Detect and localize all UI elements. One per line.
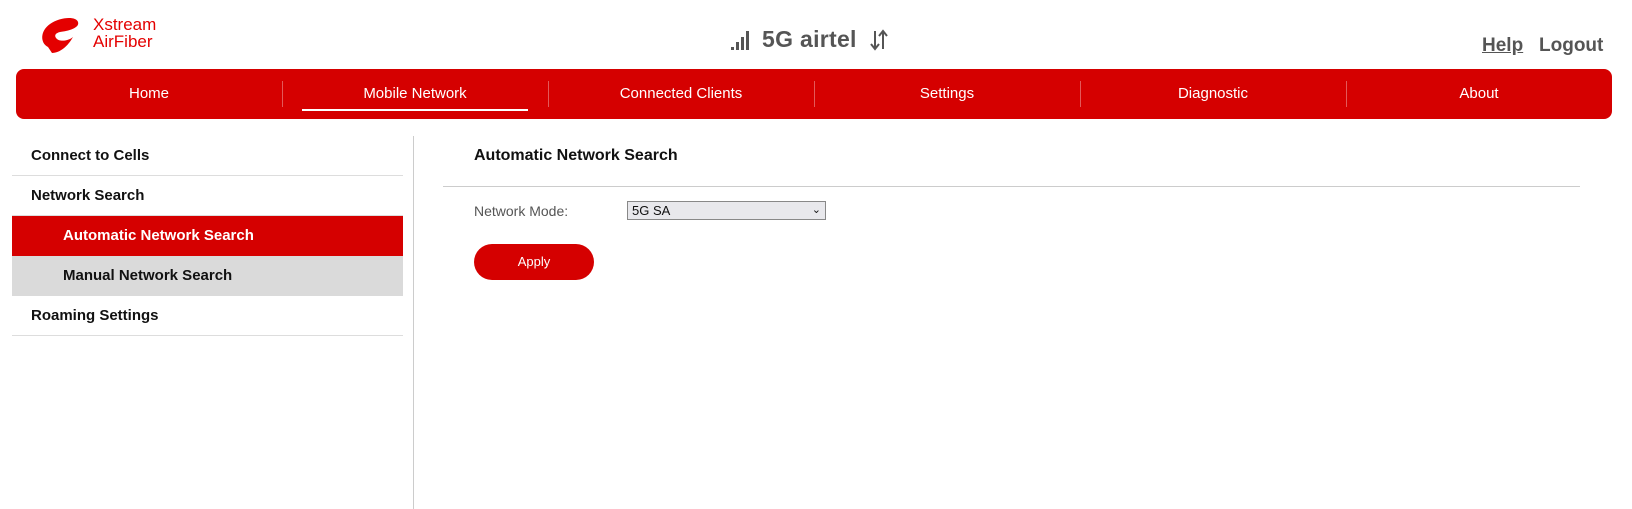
sidebar-item-network-search[interactable]: Network Search <box>12 176 403 216</box>
nav-home[interactable]: Home <box>16 69 282 119</box>
chevron-down-icon: ⌄ <box>811 204 821 216</box>
network-mode-select[interactable]: 5G SA ⌄ <box>627 201 826 220</box>
header: Xstream AirFiber 5G airtel Help Logout <box>0 0 1632 68</box>
vertical-divider <box>413 136 414 509</box>
nav-diagnostic[interactable]: Diagnostic <box>1080 69 1346 119</box>
network-status: 5G airtel <box>730 26 889 53</box>
help-link[interactable]: Help <box>1482 35 1523 57</box>
title-divider <box>443 186 1580 187</box>
signal-bars-icon <box>731 30 749 50</box>
apply-button[interactable]: Apply <box>474 244 594 280</box>
sidebar: Connect to Cells Network Search Automati… <box>12 136 403 336</box>
carrier-name: 5G airtel <box>762 26 857 52</box>
brand-text: Xstream AirFiber <box>93 16 156 50</box>
nav-connected-clients[interactable]: Connected Clients <box>548 69 814 119</box>
network-mode-label: Network Mode: <box>474 203 569 219</box>
network-mode-value: 5G SA <box>632 203 671 218</box>
brand-line2: AirFiber <box>93 32 153 51</box>
page-title: Automatic Network Search <box>474 147 678 164</box>
sidebar-item-roaming-settings[interactable]: Roaming Settings <box>12 296 403 336</box>
nav-about[interactable]: About <box>1346 69 1612 119</box>
up-down-arrows-icon <box>869 28 888 51</box>
main-nav: Home Mobile Network Connected Clients Se… <box>16 69 1612 119</box>
logout-button[interactable]: Logout <box>1539 35 1603 57</box>
sidebar-item-manual-network-search[interactable]: Manual Network Search <box>12 256 403 296</box>
airtel-logo[interactable]: Xstream AirFiber <box>38 13 178 59</box>
nav-mobile-network[interactable]: Mobile Network <box>282 69 548 119</box>
sidebar-item-automatic-network-search[interactable]: Automatic Network Search <box>12 216 403 256</box>
sidebar-item-connect-to-cells[interactable]: Connect to Cells <box>12 136 403 176</box>
nav-settings[interactable]: Settings <box>814 69 1080 119</box>
brand-line1: Xstream <box>93 15 157 34</box>
airtel-swirl-icon <box>42 18 79 53</box>
